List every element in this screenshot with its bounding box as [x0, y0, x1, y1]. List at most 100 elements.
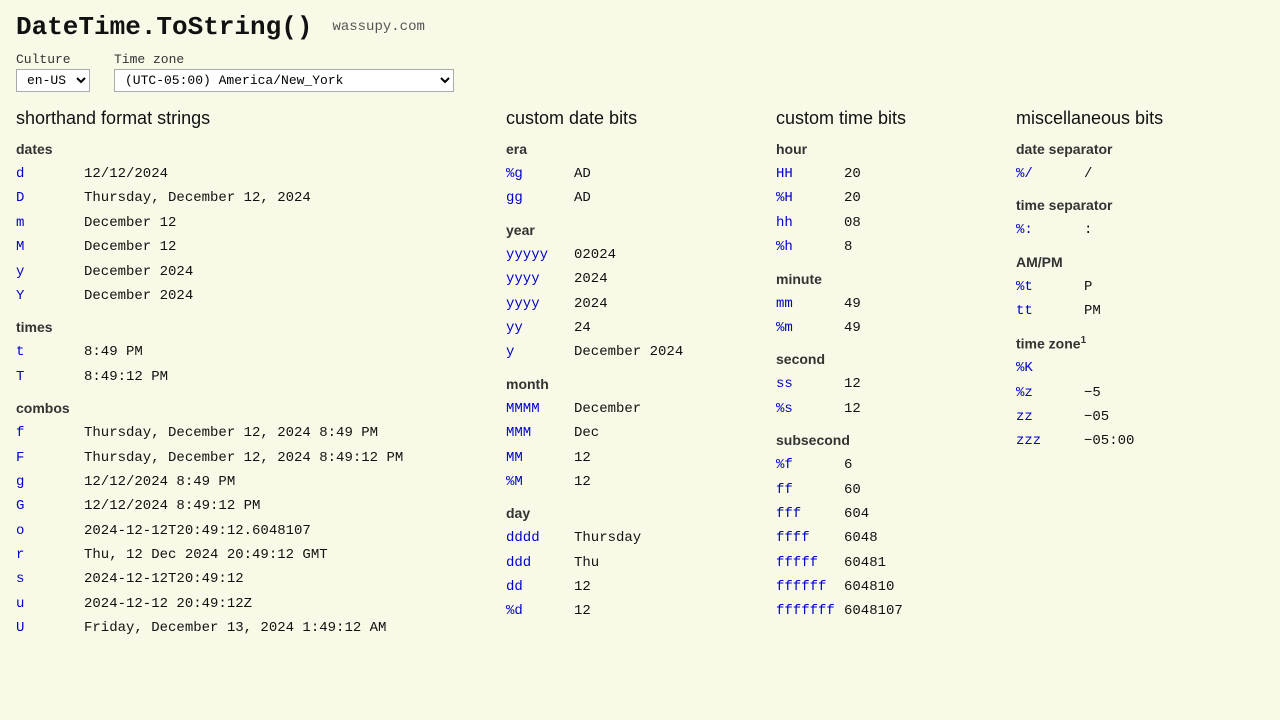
- fmt-code: MM: [506, 447, 566, 469]
- fmt-value: December: [574, 398, 641, 420]
- fmt-value: 12: [574, 576, 591, 598]
- hour-label: hour: [776, 141, 996, 157]
- timezone-misc-label: time zone1: [1016, 335, 1276, 352]
- fmt-code: %H: [776, 187, 836, 209]
- fmt-value: 2024: [574, 268, 608, 290]
- fmt-code: M: [16, 236, 76, 258]
- fmt-code: F: [16, 447, 76, 469]
- list-item: %K: [1016, 357, 1276, 379]
- fmt-value: Dec: [574, 422, 599, 444]
- fmt-code: ff: [776, 479, 836, 501]
- dates-subsection: dates d 12/12/2024 D Thursday, December …: [16, 141, 486, 307]
- year-label: year: [506, 222, 756, 238]
- list-item: %t P: [1016, 276, 1276, 298]
- list-item: u 2024-12-12 20:49:12Z: [16, 593, 486, 615]
- fmt-code: MMMM: [506, 398, 566, 420]
- fmt-code: %M: [506, 471, 566, 493]
- misc-title: miscellaneous bits: [1016, 108, 1276, 129]
- list-item: %: :: [1016, 219, 1276, 241]
- fmt-code: %K: [1016, 357, 1076, 379]
- custom-time-title: custom time bits: [776, 108, 996, 129]
- list-item: dd 12: [506, 576, 756, 598]
- fmt-code: zzz: [1016, 430, 1076, 452]
- fmt-code: o: [16, 520, 76, 542]
- custom-date-title: custom date bits: [506, 108, 756, 129]
- era-subsection: era %g AD gg AD: [506, 141, 756, 210]
- fmt-code: %:: [1016, 219, 1076, 241]
- fmt-value: 12/12/2024 8:49:12 PM: [84, 495, 260, 517]
- combos-subsection: combos f Thursday, December 12, 2024 8:4…: [16, 400, 486, 640]
- fmt-value: AD: [574, 187, 591, 209]
- fmt-value: 12/12/2024: [84, 163, 168, 185]
- fmt-value: P: [1084, 276, 1092, 298]
- fmt-value: 6048: [844, 527, 878, 549]
- dates-label: dates: [16, 141, 486, 157]
- fmt-value: Thu, 12 Dec 2024 20:49:12 GMT: [84, 544, 328, 566]
- fmt-code: %h: [776, 236, 836, 258]
- fmt-value: Thu: [574, 552, 599, 574]
- list-item: MMMM December: [506, 398, 756, 420]
- fmt-value: AD: [574, 163, 591, 185]
- list-item: ffffff 604810: [776, 576, 996, 598]
- page-header: DateTime.ToString() wassupy.com: [16, 12, 1264, 42]
- fmt-code: hh: [776, 212, 836, 234]
- fmt-value: 8:49 PM: [84, 341, 143, 363]
- custom-time-section: custom time bits hour HH 20 %H 20 hh 08 …: [776, 108, 1016, 652]
- fmt-code: %f: [776, 454, 836, 476]
- fmt-value: December 2024: [84, 285, 193, 307]
- timezone-select[interactable]: (UTC-05:00) America/New_York (UTC+00:00)…: [114, 69, 454, 92]
- fmt-value: 12: [574, 471, 591, 493]
- culture-select[interactable]: en-US en-GB fr-FR de-DE: [16, 69, 90, 92]
- fmt-value: 60: [844, 479, 861, 501]
- fmt-value: December 2024: [84, 261, 193, 283]
- list-item: ddd Thu: [506, 552, 756, 574]
- combos-label: combos: [16, 400, 486, 416]
- fmt-value: 6048107: [844, 600, 903, 622]
- fmt-code: Y: [16, 285, 76, 307]
- month-subsection: month MMMM December MMM Dec MM 12 %M 12: [506, 376, 756, 494]
- fmt-value: 12: [574, 600, 591, 622]
- subsecond-label: subsecond: [776, 432, 996, 448]
- list-item: o 2024-12-12T20:49:12.6048107: [16, 520, 486, 542]
- fmt-code: r: [16, 544, 76, 566]
- fmt-code: ffffff: [776, 576, 836, 598]
- fmt-value: 2024: [574, 293, 608, 315]
- fmt-code: fff: [776, 503, 836, 525]
- list-item: fffff 60481: [776, 552, 996, 574]
- date-sep-subsection: date separator %/ /: [1016, 141, 1276, 185]
- fmt-code: %t: [1016, 276, 1076, 298]
- fmt-code: %/: [1016, 163, 1076, 185]
- month-label: month: [506, 376, 756, 392]
- era-label: era: [506, 141, 756, 157]
- fmt-code: y: [506, 341, 566, 363]
- fmt-code: T: [16, 366, 76, 388]
- time-sep-label: time separator: [1016, 197, 1276, 213]
- subsecond-subsection: subsecond %f 6 ff 60 fff 604 ffff 6048 f…: [776, 432, 996, 623]
- fmt-code: yyyy: [506, 293, 566, 315]
- culture-label: Culture: [16, 52, 90, 67]
- list-item: %z −5: [1016, 382, 1276, 404]
- list-item: r Thu, 12 Dec 2024 20:49:12 GMT: [16, 544, 486, 566]
- fmt-code: dd: [506, 576, 566, 598]
- timezone-sup: 1: [1081, 335, 1087, 346]
- list-item: %/ /: [1016, 163, 1276, 185]
- list-item: U Friday, December 13, 2024 1:49:12 AM: [16, 617, 486, 639]
- fmt-value: 02024: [574, 244, 616, 266]
- culture-group: Culture en-US en-GB fr-FR de-DE: [16, 52, 90, 92]
- fmt-value: 49: [844, 317, 861, 339]
- list-item: mm 49: [776, 293, 996, 315]
- fmt-code: MMM: [506, 422, 566, 444]
- fmt-value: 12: [574, 447, 591, 469]
- fmt-value: 6: [844, 454, 852, 476]
- list-item: y December 2024: [506, 341, 756, 363]
- list-item: MM 12: [506, 447, 756, 469]
- fmt-value: Thursday, December 12, 2024 8:49 PM: [84, 422, 378, 444]
- minute-subsection: minute mm 49 %m 49: [776, 271, 996, 340]
- fmt-value: 08: [844, 212, 861, 234]
- list-item: ffff 6048: [776, 527, 996, 549]
- list-item: %M 12: [506, 471, 756, 493]
- list-item: y December 2024: [16, 261, 486, 283]
- list-item: zz −05: [1016, 406, 1276, 428]
- list-item: fffffff 6048107: [776, 600, 996, 622]
- misc-section: miscellaneous bits date separator %/ / t…: [1016, 108, 1280, 652]
